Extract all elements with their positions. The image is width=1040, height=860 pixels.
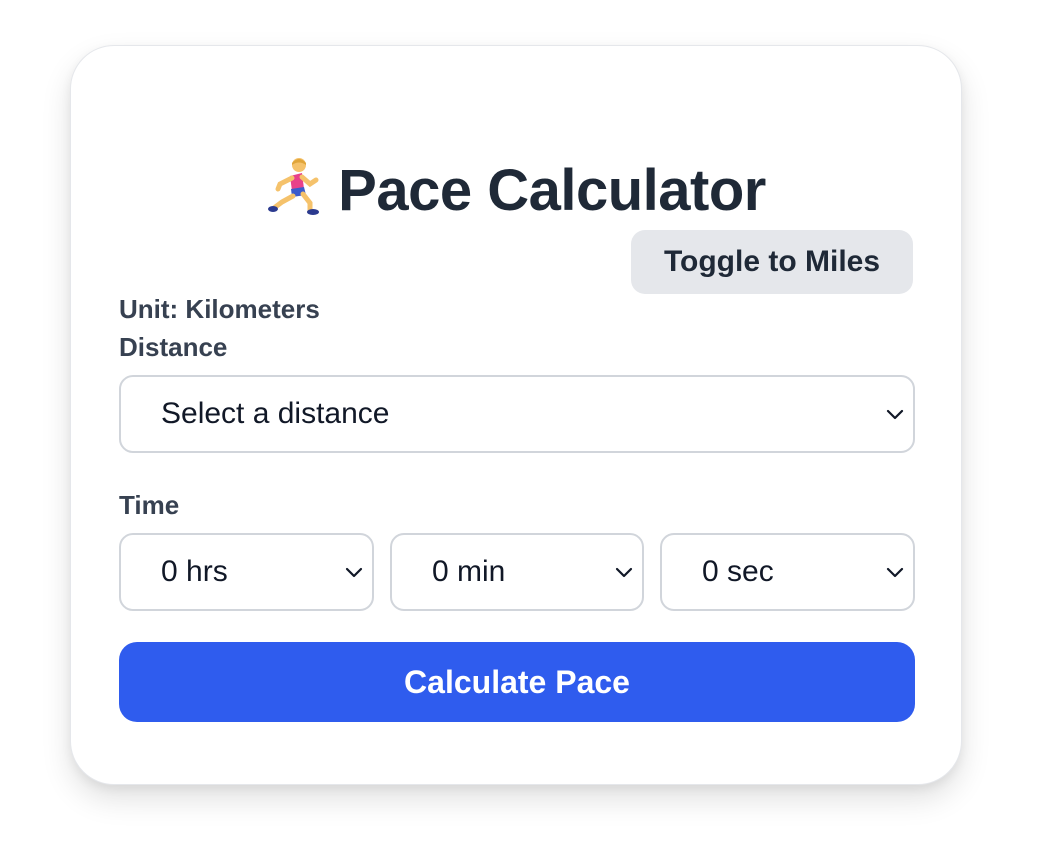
distance-select-value: Select a distance: [161, 397, 390, 430]
app-title-text: Pace Calculator: [338, 158, 766, 223]
pace-calculator-card: Pace Calculator Unit: Kilometers Toggle …: [70, 45, 962, 785]
calculate-pace-button[interactable]: Calculate Pace: [119, 642, 915, 722]
minutes-select-value: 0 min: [432, 555, 506, 588]
chevron-down-icon: [345, 567, 363, 578]
distance-label: Distance: [119, 332, 228, 362]
hours-select[interactable]: 0 hrs: [119, 533, 374, 611]
page-title: Pace Calculator: [71, 156, 961, 226]
chevron-down-icon: [886, 567, 904, 578]
chevron-down-icon: [886, 409, 904, 420]
minutes-select[interactable]: 0 min: [390, 533, 644, 611]
toggle-unit-button[interactable]: Toggle to Miles: [631, 230, 913, 294]
runner-icon: [268, 158, 320, 215]
time-label: Time: [119, 490, 180, 520]
hours-select-value: 0 hrs: [161, 555, 228, 588]
unit-label: Unit: Kilometers: [119, 294, 320, 324]
distance-select[interactable]: Select a distance: [119, 375, 915, 453]
seconds-select-value: 0 sec: [702, 555, 774, 588]
seconds-select[interactable]: 0 sec: [660, 533, 915, 611]
chevron-down-icon: [615, 567, 633, 578]
